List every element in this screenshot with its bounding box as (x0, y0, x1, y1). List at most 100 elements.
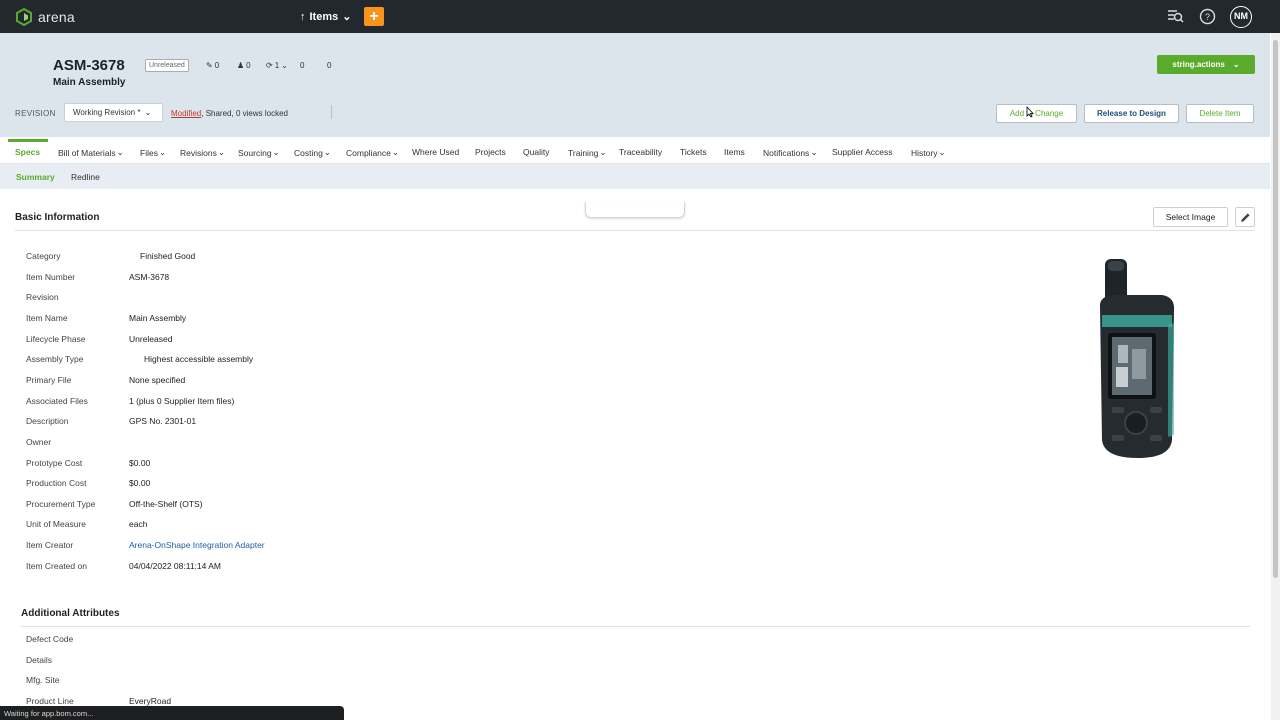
tab-files[interactable]: Files ⌄ (140, 147, 166, 158)
field-label: Product Line (26, 696, 74, 707)
tab-label: Traceability (619, 147, 663, 157)
tab-label: Supplier Access (832, 147, 893, 157)
field-value: $0.00 (129, 478, 151, 489)
field-row: Unit of Measure each (26, 519, 626, 533)
field-label: Prototype Cost (26, 457, 83, 468)
field-value: 1 (plus 0 Supplier Item files) (129, 395, 235, 406)
user-avatar[interactable]: NM (1230, 6, 1252, 28)
field-label: Procurement Type (26, 498, 96, 509)
tab-label: Files (140, 147, 158, 158)
tab-label: Revisions (180, 147, 217, 158)
revision-select[interactable]: Working Revision * ⌄ (64, 103, 163, 122)
tab-tickets[interactable]: Tickets (680, 147, 707, 157)
field-label: Mfg. Site (26, 675, 60, 686)
edit-doc-icon: ✎ (206, 61, 213, 70)
scrollbar-thumb[interactable] (1273, 40, 1278, 578)
tab-items[interactable]: Items (724, 147, 745, 157)
tab-label: Sourcing (238, 147, 272, 158)
tab-compliance[interactable]: Compliance ⌄ (346, 147, 399, 158)
field-value: Unreleased (129, 333, 173, 344)
field-row: Assembly Type Highest accessible assembly (26, 354, 626, 368)
counter-b: 0 (327, 61, 332, 70)
field-row: Description GPS No. 2301-01 (26, 416, 626, 430)
field-row: Mfg. Site (26, 675, 626, 689)
field-label: Category (26, 251, 61, 261)
chevron-down-icon: ⌄ (938, 147, 946, 157)
actions-button[interactable]: string.actions ⌄ (1157, 55, 1255, 74)
field-row: Associated Files 1 (plus 0 Supplier Item … (26, 396, 626, 410)
field-label: Item Number (26, 271, 76, 282)
tab-quality[interactable]: Quality (523, 147, 549, 157)
tab-bill-of-materials[interactable]: Bill of Materials ⌄ (58, 147, 124, 158)
tab-label: Costing (294, 147, 323, 158)
arena-logo-icon (16, 8, 32, 26)
product-image (1099, 259, 1175, 458)
active-tab-indicator (8, 139, 48, 142)
delete-item-button[interactable]: Delete Item (1186, 104, 1254, 123)
field-row: Revision (26, 292, 626, 306)
logo-text: arena (38, 9, 75, 25)
cycles-counter[interactable]: ⟳ 1 ⌄ (266, 61, 288, 70)
chevron-down-icon: ⌄ (1232, 60, 1240, 69)
tab-costing[interactable]: Costing ⌄ (294, 147, 331, 158)
field-row: Item Name Main Assembly (26, 313, 626, 327)
field-value: each (129, 519, 148, 530)
items-menu-label: Items (309, 10, 339, 23)
field-label: Lifecycle Phase (26, 333, 86, 344)
tab-revisions[interactable]: Revisions ⌄ (180, 147, 225, 158)
help-icon[interactable]: ? (1199, 8, 1216, 25)
field-row: Production Cost $0.00 (26, 478, 626, 492)
refresh-icon: ⟳ (266, 61, 273, 70)
tab-sourcing[interactable]: Sourcing ⌄ (238, 147, 280, 158)
field-label: Description (26, 416, 69, 427)
field-value: None specified (129, 374, 186, 385)
additional-attributes-title: Additional Attributes (21, 608, 120, 619)
items-menu[interactable]: ↑ Items ⌄ (300, 10, 352, 24)
search-list-icon[interactable] (1167, 8, 1184, 25)
field-label: Item Creator (26, 540, 74, 551)
item-name-subtitle: Main Assembly (53, 77, 126, 88)
tab-history[interactable]: History ⌄ (911, 147, 946, 158)
users-counter[interactable]: ♟ 0 (237, 61, 251, 70)
tab-training[interactable]: Training ⌄ (568, 147, 607, 158)
field-value[interactable]: Arena-OnShape Integration Adapter (129, 540, 265, 550)
tab-traceability[interactable]: Traceability (619, 147, 662, 157)
tab-notifications[interactable]: Notifications ⌄ (763, 147, 817, 158)
item-tabs: Specs Bill of Materials ⌄ Files ⌄ Revision… (0, 139, 1270, 164)
field-value: ASM-3678 (129, 271, 170, 282)
field-value: $0.00 (129, 457, 151, 468)
tab-supplier-access[interactable]: Supplier Access (832, 147, 892, 157)
subtab-summary[interactable]: Summary (16, 172, 55, 182)
top-nav: arena ↑ Items ⌄ + ? NM (0, 0, 1280, 33)
select-image-button[interactable]: Select Image (1153, 207, 1228, 227)
tab-projects[interactable]: Projects (475, 147, 506, 157)
field-row: Owner (26, 437, 626, 451)
revision-status-text: , Shared, 0 views locked (201, 109, 288, 118)
release-to-design-button[interactable]: Release to Design (1084, 104, 1179, 123)
field-label: Defect Code (26, 634, 74, 644)
basic-information-title: Basic Information (15, 212, 100, 223)
tab-label: Compliance (346, 147, 391, 158)
tab-specs[interactable]: Specs (15, 147, 40, 157)
add-to-change-button[interactable]: Add to Change (996, 104, 1077, 123)
chevron-down-icon: ⌄ (342, 11, 352, 23)
field-row: Lifecycle Phase Unreleased (26, 334, 626, 348)
tab-where-used[interactable]: Where Used (412, 147, 459, 157)
cycles-count: 1 (274, 61, 280, 70)
field-label: Item Created on (26, 560, 87, 571)
edit-button[interactable] (1235, 207, 1255, 227)
arena-logo[interactable]: arena (15, 8, 75, 26)
counter-a: 0 (300, 61, 305, 70)
field-row: Item Creator Arena-OnShape Integration Ad… (26, 540, 626, 554)
create-new-button[interactable]: + (364, 7, 384, 26)
changes-counter[interactable]: ✎ 0 (206, 61, 219, 70)
field-label: Revision (26, 292, 59, 303)
modified-link[interactable]: Modified (171, 109, 201, 118)
field-row: Primary File None specified (26, 375, 626, 389)
tab-label: Tickets (680, 147, 707, 157)
changes-count: 0 (214, 61, 220, 70)
revision-label: REVISION (15, 109, 56, 118)
subtab-redline[interactable]: Redline (71, 172, 100, 182)
field-row: Prototype Cost $0.00 (26, 458, 626, 472)
field-row: Defect Code (26, 634, 626, 648)
